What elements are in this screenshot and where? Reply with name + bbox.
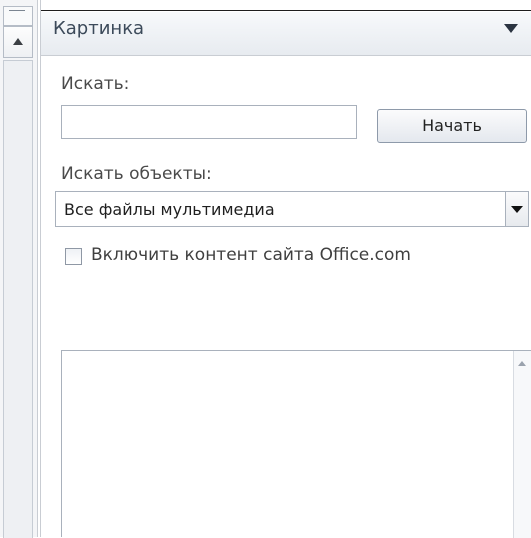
pane-top-border bbox=[41, 10, 531, 11]
clip-art-pane: Картинка Искать: Начать Искать объекты: … bbox=[40, 0, 531, 538]
media-type-selected: Все файлы мультимедиа bbox=[64, 200, 275, 219]
scroll-up-arrow-icon bbox=[13, 38, 23, 45]
media-type-select[interactable]: Все файлы мультимедиа bbox=[55, 191, 529, 227]
minimize-button[interactable] bbox=[3, 6, 33, 26]
scroll-track[interactable] bbox=[3, 60, 33, 538]
pane-options-dropdown-icon[interactable] bbox=[504, 24, 518, 33]
search-label: Искать: bbox=[61, 74, 130, 94]
search-input[interactable] bbox=[61, 105, 357, 139]
include-office-label[interactable]: Включить контент сайта Office.com bbox=[91, 245, 411, 265]
results-area[interactable] bbox=[61, 350, 531, 538]
include-office-checkbox[interactable] bbox=[65, 248, 82, 265]
search-objects-label: Искать объекты: bbox=[61, 164, 212, 184]
scroll-up-button[interactable] bbox=[3, 26, 33, 58]
chevron-down-icon[interactable] bbox=[505, 192, 528, 226]
go-button[interactable]: Начать bbox=[377, 109, 527, 143]
left-scrollbar[interactable] bbox=[0, 0, 38, 538]
results-scrollbar[interactable] bbox=[513, 351, 531, 538]
pane-title: Картинка bbox=[53, 18, 145, 39]
